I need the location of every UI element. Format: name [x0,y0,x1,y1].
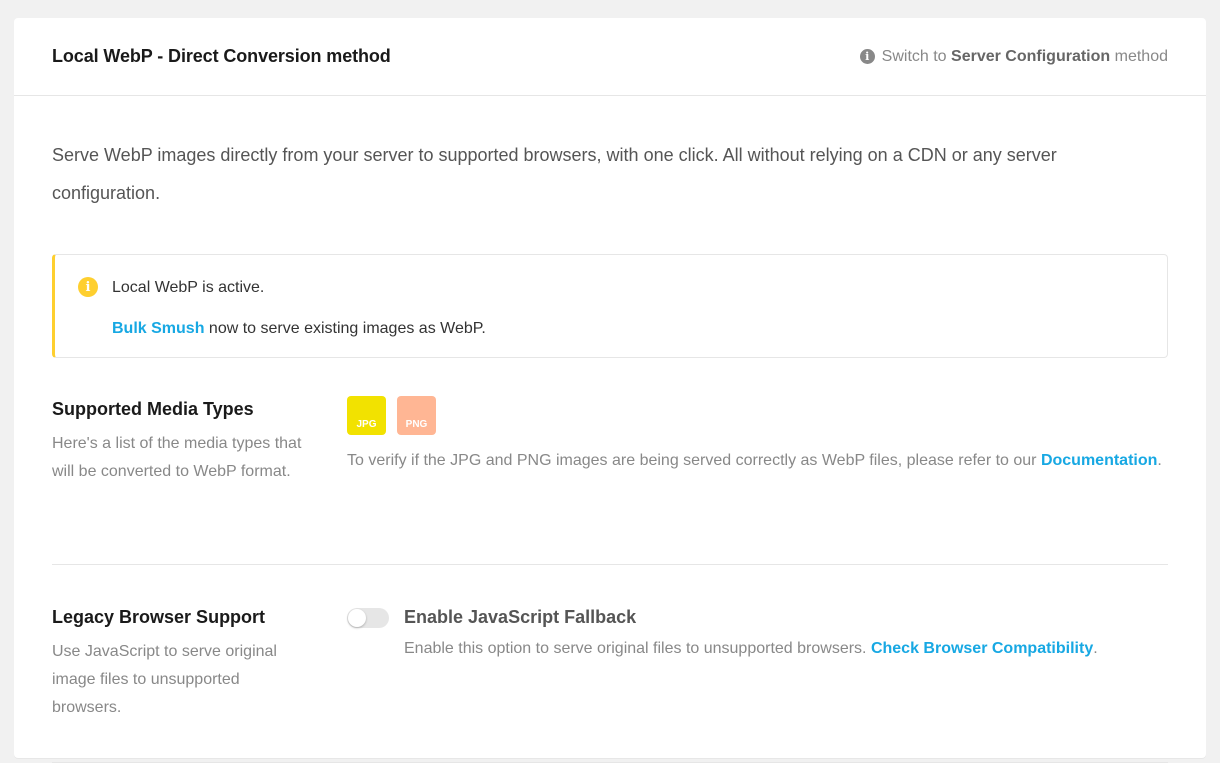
switch-prefix: Switch to [881,47,947,65]
jpg-badge: JPG [347,396,386,435]
webp-settings-box: Local WebP - Direct Conversion method i … [14,18,1206,763]
js-fallback-toggle[interactable] [347,607,389,628]
media-types-content: JPG PNG To verify if the JPG and PNG ima… [347,396,1162,470]
media-types-label: Supported Media Types [52,399,254,419]
supported-media-row: Supported Media Types Here's a list of t… [52,396,1168,565]
js-fallback-description: Enable this option to serve original fil… [404,640,1098,658]
active-notice: i Local WebP is active. Bulk Smush now t… [52,254,1168,358]
legacy-description: Use JavaScript to serve original image f… [52,643,277,716]
box-title: Local WebP - Direct Conversion method [52,46,391,66]
verify-message: To verify if the JPG and PNG images are … [347,452,1041,469]
media-types-info: Supported Media Types Here's a list of t… [52,399,312,486]
js-fallback-label: Enable JavaScript Fallback [404,607,637,627]
verify-text: To verify if the JPG and PNG images are … [347,452,1162,470]
legacy-content: Enable JavaScript Fallback Enable this o… [347,607,1098,658]
info-icon: i [78,277,98,297]
js-fallback-period: . [1093,640,1098,657]
browser-compatibility-link[interactable]: Check Browser Compatibility [871,640,1093,657]
js-fallback-toggle-line: Enable JavaScript Fallback [347,607,1098,628]
switch-method-link[interactable]: i Switch to Server Configuration method [859,47,1168,66]
switch-method-name: Server Configuration [951,47,1111,65]
documentation-link[interactable]: Documentation [1041,452,1157,469]
box-body: Serve WebP images directly from your ser… [14,136,1206,763]
info-icon: i [859,49,875,64]
media-types-description: Here's a list of the media types that wi… [52,435,302,480]
legacy-label: Legacy Browser Support [52,607,266,627]
notice-status: Local WebP is active. [112,279,265,296]
box-header: Local WebP - Direct Conversion method i … [14,18,1206,96]
legacy-browser-row: Legacy Browser Support Use JavaScript to… [52,565,1168,763]
intro-text: Serve WebP images directly from your ser… [52,145,1057,203]
bulk-smush-link[interactable]: Bulk Smush [112,320,204,337]
legacy-info: Legacy Browser Support Use JavaScript to… [52,607,292,722]
toggle-knob [348,608,366,627]
js-fallback-text: Enable this option to serve original fil… [404,640,871,657]
notice-message-text: now to serve existing images as WebP. [204,320,486,337]
notice-message: Bulk Smush now to serve existing images … [112,320,486,338]
png-badge: PNG [397,396,436,435]
switch-suffix: method [1114,47,1168,65]
media-type-list: JPG PNG [347,396,1162,435]
verify-period: . [1157,452,1162,469]
